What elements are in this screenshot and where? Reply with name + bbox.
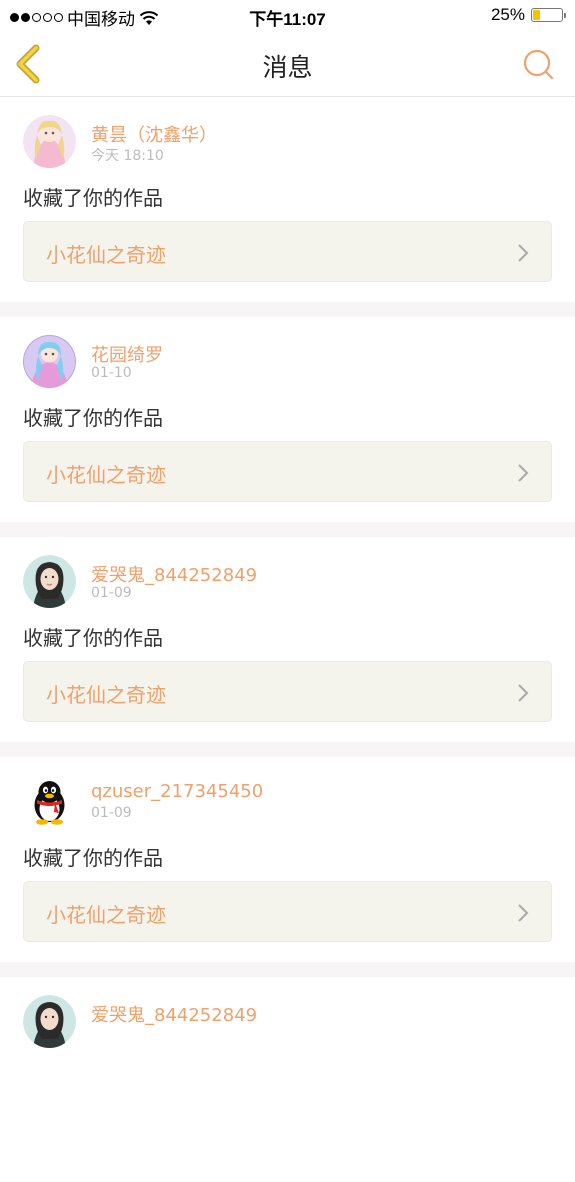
anime-girl-pink-avatar[interactable] (23, 115, 76, 168)
battery-icon (531, 8, 566, 22)
work-link[interactable]: 小花仙之奇迹 (23, 221, 552, 282)
nav-bar: 消息 (0, 32, 575, 97)
message-item: 花园绮罗 01-10 收藏了你的作品 小花仙之奇迹 (0, 317, 575, 522)
status-bar: 中国移动 下午11:07 25% (0, 0, 575, 32)
battery-percent: 25% (490, 5, 525, 24)
work-link[interactable]: 小花仙之奇迹 (23, 661, 552, 722)
message-list: 黄昙（沈鑫华） 今天 18:10 收藏了你的作品 小花仙之奇迹 花园绮罗 01-… (0, 97, 575, 1182)
chevron-right-icon (518, 244, 529, 262)
work-title: 小花仙之奇迹 (46, 903, 166, 927)
work-link[interactable]: 小花仙之奇迹 (23, 441, 552, 502)
message-text: 收藏了你的作品 (23, 626, 163, 650)
message-text: 收藏了你的作品 (23, 846, 163, 870)
username[interactable]: 黄昙（沈鑫华） (91, 121, 217, 147)
message-text: 收藏了你的作品 (23, 186, 163, 210)
status-right: 25% (490, 5, 566, 25)
message-time: 01-10 (91, 365, 132, 381)
message-time: 01-09 (91, 805, 132, 821)
divider (0, 522, 575, 537)
message-time: 今天 18:10 (91, 148, 164, 164)
message-item: qzuser_217345450 01-09 收藏了你的作品 小花仙之奇迹 (0, 757, 575, 962)
work-title: 小花仙之奇迹 (46, 243, 166, 267)
divider (0, 962, 575, 977)
page-title: 消息 (262, 53, 313, 82)
work-title: 小花仙之奇迹 (46, 463, 166, 487)
search-icon[interactable] (521, 47, 555, 81)
work-title: 小花仙之奇迹 (46, 683, 166, 707)
anime-girl-purple-avatar[interactable] (23, 335, 76, 388)
divider (0, 302, 575, 317)
message-item: 爱哭鬼_844252849 01-09 收藏了你的作品 小花仙之奇迹 (0, 537, 575, 742)
message-text: 收藏了你的作品 (23, 406, 163, 430)
chevron-right-icon (518, 904, 529, 922)
work-link[interactable]: 小花仙之奇迹 (23, 881, 552, 942)
divider (0, 742, 575, 757)
username[interactable]: 爱哭鬼_844252849 (91, 1001, 257, 1027)
woman-portrait-avatar[interactable] (23, 555, 76, 608)
chevron-right-icon (518, 684, 529, 702)
chevron-right-icon (518, 464, 529, 482)
username[interactable]: 爱哭鬼_844252849 (91, 561, 257, 587)
woman-portrait-avatar[interactable] (23, 995, 76, 1048)
username[interactable]: qzuser_217345450 (91, 781, 263, 802)
status-time: 下午11:07 (249, 10, 326, 29)
username[interactable]: 花园绮罗 (91, 341, 163, 367)
message-item: 黄昙（沈鑫华） 今天 18:10 收藏了你的作品 小花仙之奇迹 (0, 97, 575, 302)
message-time: 01-09 (91, 585, 132, 601)
qq-penguin-avatar[interactable] (23, 775, 76, 828)
message-item: 爱哭鬼_844252849 (0, 977, 575, 1182)
